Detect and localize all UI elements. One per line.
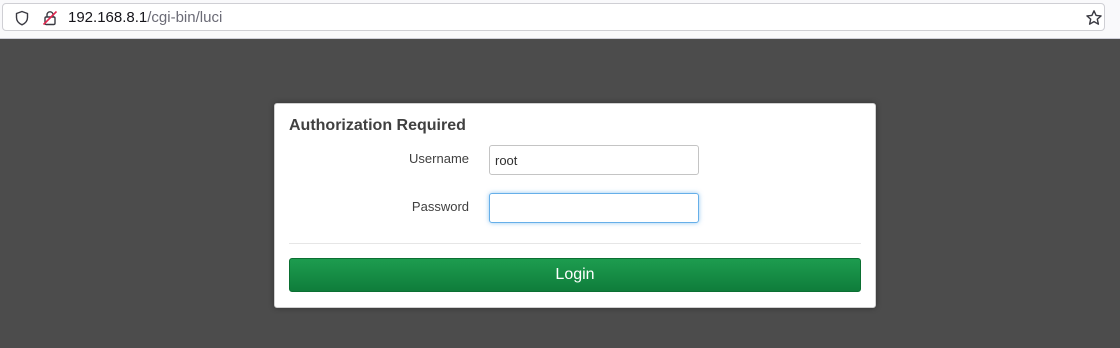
shield-icon[interactable] (14, 10, 30, 26)
password-label: Password (411, 199, 469, 214)
insecure-lock-icon[interactable] (42, 10, 58, 26)
bookmark-star-icon[interactable] (1085, 9, 1103, 27)
url-path: /cgi-bin/luci (147, 9, 223, 26)
username-label: Username (409, 151, 469, 166)
username-input[interactable] (489, 145, 699, 175)
url-host: 192.168.8.1 (68, 9, 148, 26)
url-text[interactable]: 192.168.8.1/cgi-bin/luci (68, 9, 222, 27)
login-button[interactable]: Login (289, 258, 861, 292)
login-panel: Authorization Required Username Password… (274, 103, 876, 308)
divider (289, 243, 861, 244)
url-bar[interactable]: 192.168.8.1/cgi-bin/luci (2, 3, 1105, 31)
browser-toolbar: 192.168.8.1/cgi-bin/luci (0, 0, 1120, 39)
password-input[interactable] (489, 193, 699, 223)
page-title: Authorization Required (289, 117, 466, 134)
